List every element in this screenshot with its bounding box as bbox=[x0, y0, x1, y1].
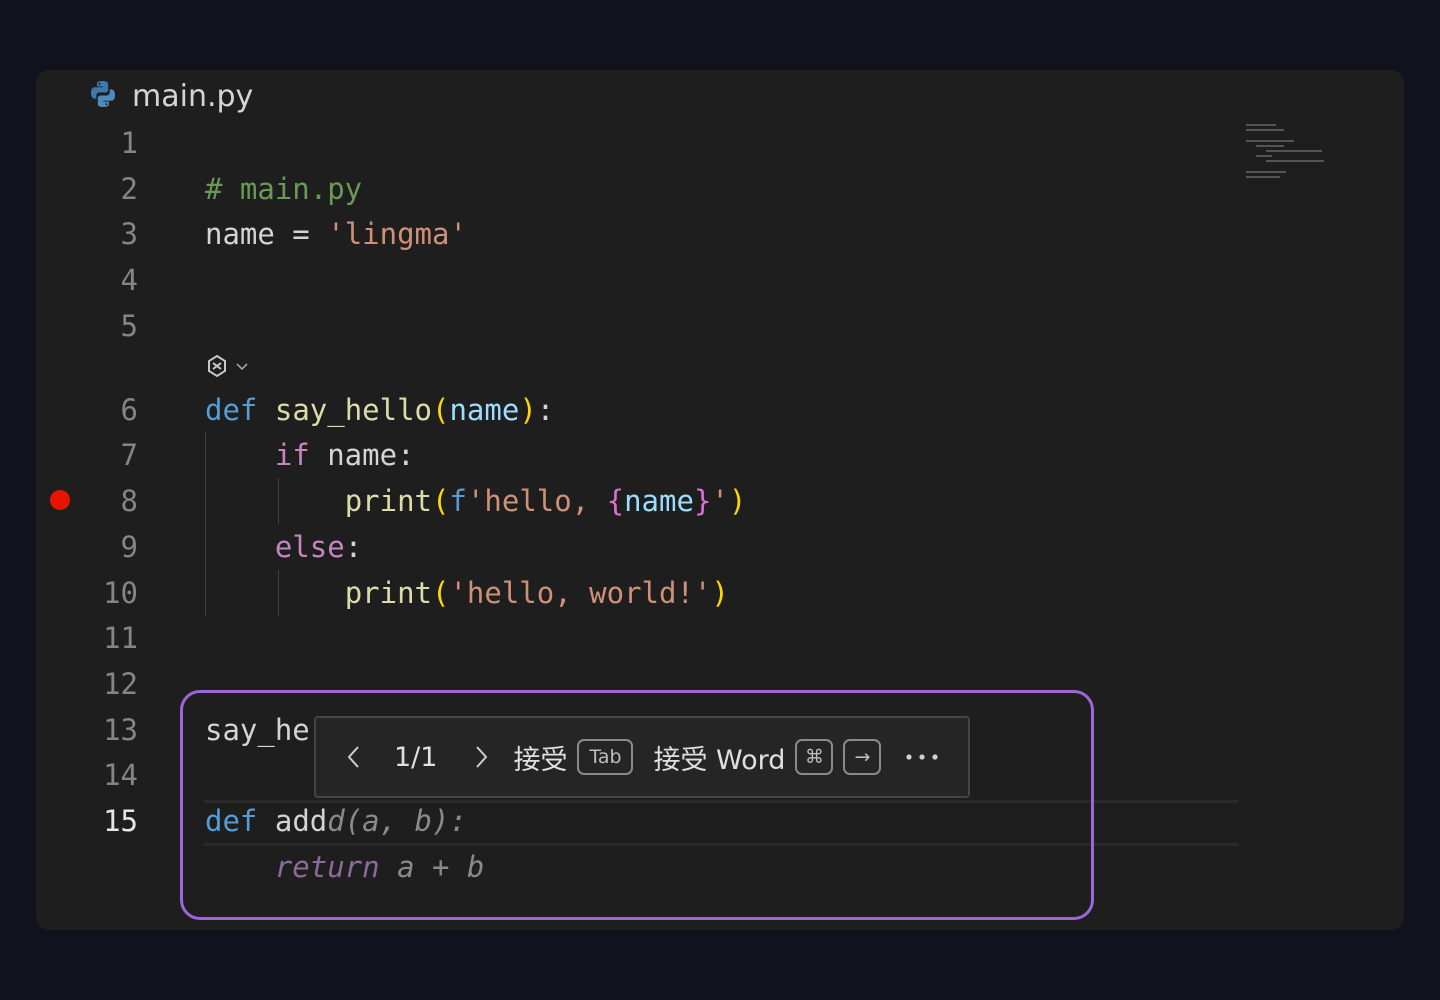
code-line[interactable]: def say_hello(name): bbox=[205, 387, 554, 433]
line-number: 1 bbox=[120, 126, 138, 160]
arrow-right-key-hint: → bbox=[843, 739, 882, 775]
code-line[interactable]: # main.py bbox=[205, 166, 362, 212]
tab-key-hint: Tab bbox=[577, 739, 634, 775]
inline-suggestion: a + b bbox=[379, 850, 485, 884]
code-line[interactable]: if name: bbox=[205, 432, 415, 478]
line-number: 6 bbox=[120, 393, 138, 427]
keyword: def bbox=[205, 393, 258, 427]
keyword: if bbox=[274, 438, 310, 472]
chevron-right-icon[interactable] bbox=[471, 743, 491, 771]
function-call: print bbox=[344, 576, 432, 610]
code-line-ghost: return a + b bbox=[205, 844, 485, 890]
code-text: name: bbox=[309, 438, 415, 472]
ai-assistant-icon[interactable] bbox=[204, 353, 230, 383]
line-number: 8 bbox=[120, 484, 138, 518]
accept-button[interactable]: 接受 Tab bbox=[513, 738, 634, 777]
line-number: 14 bbox=[103, 758, 138, 792]
ellipsis-icon[interactable] bbox=[905, 752, 939, 762]
line-number: 2 bbox=[120, 172, 138, 206]
code-line[interactable]: print('hello, world!') bbox=[205, 570, 729, 616]
code-line[interactable]: else: bbox=[205, 524, 362, 570]
minimap[interactable] bbox=[1246, 124, 1336, 204]
typed-text: say_he bbox=[205, 713, 310, 747]
inline-suggestion: d(a, b): bbox=[327, 804, 467, 838]
accept-label: 接受 bbox=[513, 744, 568, 776]
line-number-active: 15 bbox=[103, 804, 138, 838]
code-line[interactable]: name = 'lingma' bbox=[205, 211, 467, 257]
accept-word-button[interactable]: 接受 Word ⌘ → bbox=[653, 738, 882, 777]
fstring-prefix: f bbox=[449, 484, 467, 518]
line-number: 9 bbox=[120, 530, 138, 564]
line-number: 12 bbox=[103, 667, 138, 701]
interpolated-variable: name bbox=[624, 484, 694, 518]
line-number: 5 bbox=[120, 309, 138, 343]
code-editor[interactable]: main.py 1 2 3 4 5 6 7 8 9 10 11 12 13 14… bbox=[36, 70, 1404, 930]
parameter: name bbox=[449, 393, 520, 427]
string-literal: 'hello, bbox=[466, 484, 607, 518]
string-literal: 'lingma' bbox=[327, 217, 467, 251]
command-key-hint: ⌘ bbox=[795, 739, 834, 775]
keyword: else bbox=[274, 530, 345, 564]
accept-word-label: 接受 Word bbox=[653, 744, 786, 776]
ai-codelens[interactable] bbox=[204, 353, 250, 383]
file-tab[interactable]: main.py bbox=[88, 76, 253, 116]
inline-suggestion-toolbar: 1/1 接受 Tab 接受 Word ⌘ → bbox=[314, 716, 970, 798]
variable: name bbox=[205, 217, 275, 251]
comment: # main.py bbox=[205, 172, 363, 206]
line-number: 4 bbox=[120, 263, 138, 297]
operator: = bbox=[274, 217, 328, 251]
chevron-left-icon[interactable] bbox=[344, 743, 364, 771]
function-name: say_hello bbox=[274, 393, 432, 427]
code-line[interactable]: print(f'hello, {name}') bbox=[205, 478, 747, 524]
line-number: 10 bbox=[103, 576, 138, 610]
string-literal: ' bbox=[711, 484, 729, 518]
line-number: 7 bbox=[120, 438, 138, 472]
tab-filename: main.py bbox=[132, 78, 254, 114]
typed-text: add bbox=[274, 804, 328, 838]
line-number: 13 bbox=[103, 713, 138, 747]
breakpoint-indicator[interactable] bbox=[50, 490, 70, 510]
code-line-active[interactable]: def addd(a, b): bbox=[205, 798, 467, 844]
suggestion-counter: 1/1 bbox=[394, 741, 438, 773]
python-icon bbox=[88, 79, 118, 113]
chevron-down-icon[interactable] bbox=[234, 358, 250, 378]
inline-suggestion-keyword: return bbox=[274, 850, 380, 884]
keyword: def bbox=[205, 804, 258, 838]
line-number: 11 bbox=[103, 621, 138, 655]
function-call: print bbox=[344, 484, 432, 518]
line-number: 3 bbox=[120, 217, 138, 251]
string-literal: 'hello, world!' bbox=[449, 576, 712, 610]
code-line[interactable]: say_he bbox=[205, 707, 310, 753]
